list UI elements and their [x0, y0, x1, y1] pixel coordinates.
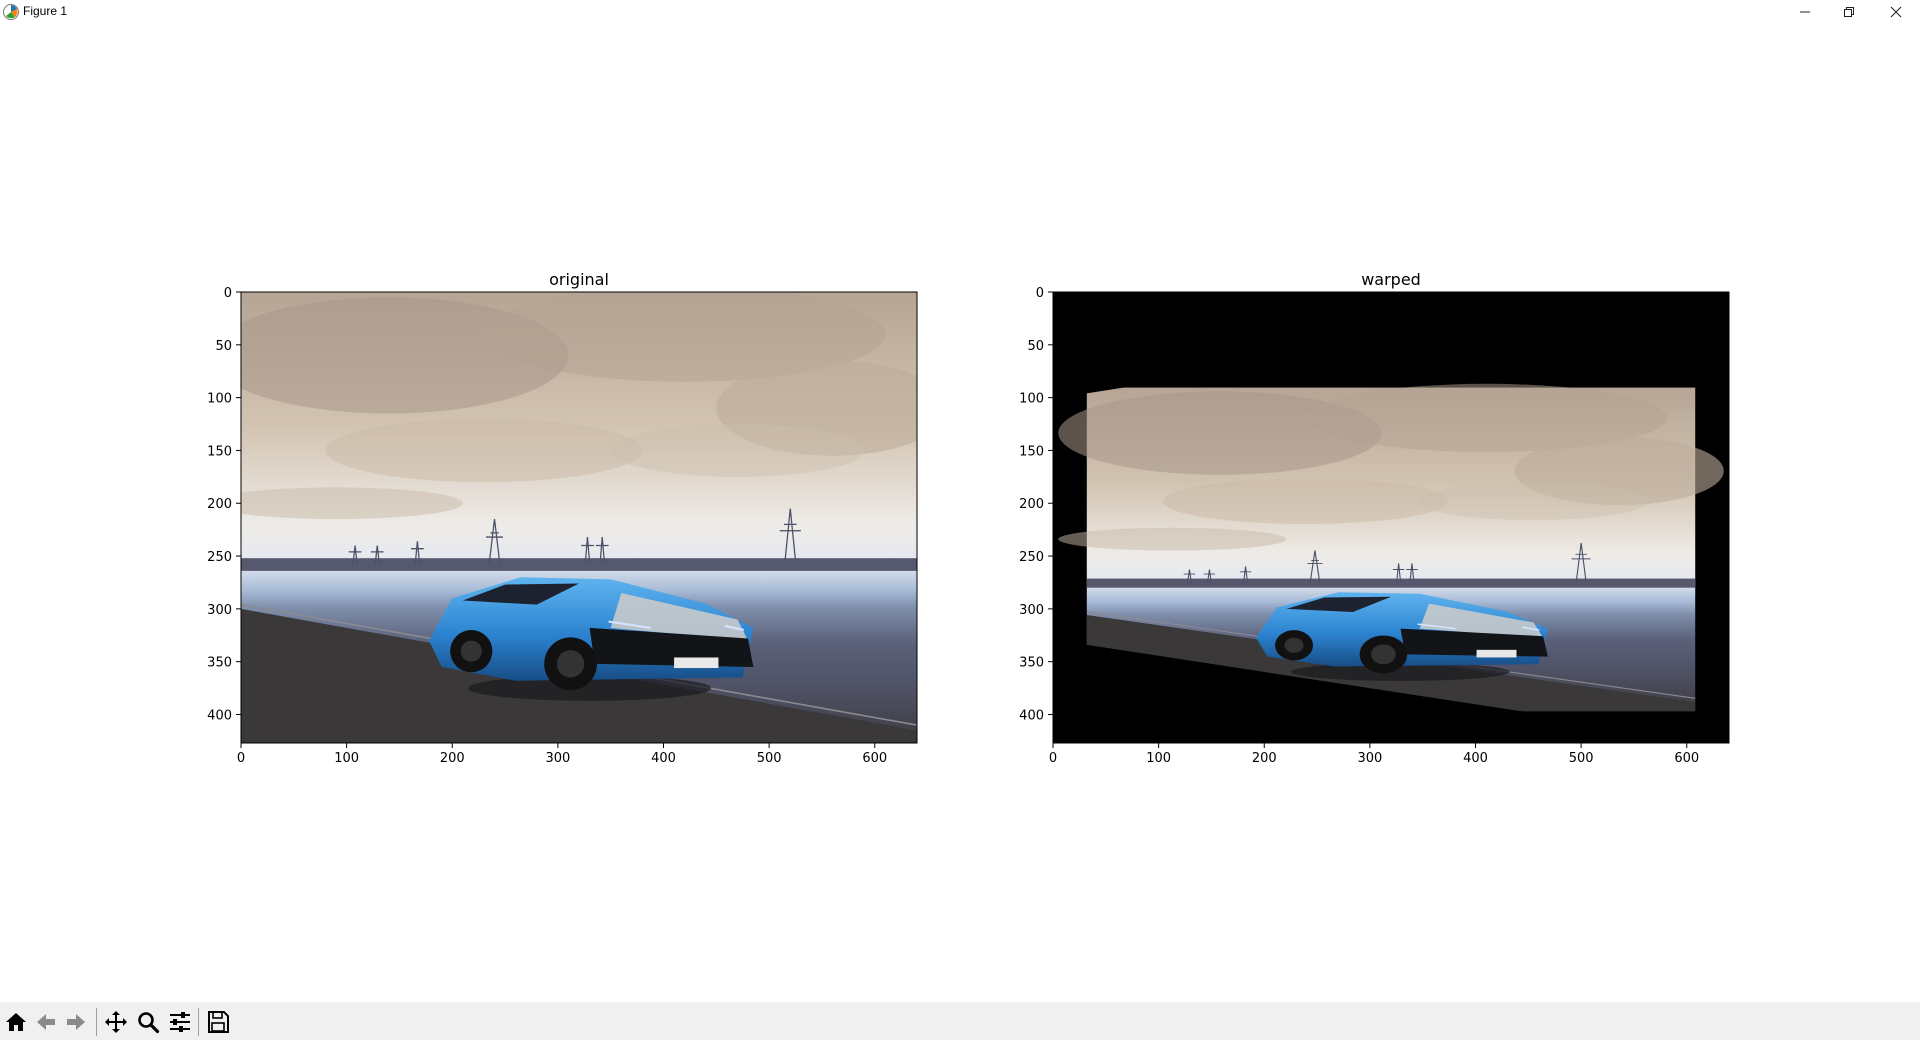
x-tick-label: 400 [1463, 751, 1488, 766]
move-icon [105, 1011, 127, 1033]
y-tick-label: 0 [224, 286, 232, 301]
x-tick-label: 0 [1049, 751, 1057, 766]
y-tick-label: 200 [207, 497, 232, 512]
x-tick-label: 300 [545, 751, 570, 766]
matplotlib-icon [3, 4, 19, 20]
x-tick-label: 200 [1252, 751, 1277, 766]
y-tick-label: 50 [1027, 339, 1044, 354]
navigation-toolbar [0, 1002, 1920, 1040]
back-button[interactable] [32, 1008, 60, 1036]
y-tick-label: 100 [1019, 392, 1044, 407]
figure-canvas[interactable]: original 0 100 200 300 400 500 600 0 50 100 150 200… [0, 24, 1920, 1002]
zoom-button[interactable] [134, 1008, 162, 1036]
x-tick-label: 100 [1146, 751, 1171, 766]
axes-title-original: original [549, 270, 609, 289]
pan-button[interactable] [102, 1008, 130, 1036]
x-tick-label: 200 [440, 751, 465, 766]
minimize-icon [1800, 11, 1810, 13]
y-tick-label: 250 [207, 550, 232, 565]
y-tick-label: 0 [1036, 286, 1044, 301]
warped-photo [1053, 292, 1729, 743]
sliders-icon [170, 1012, 190, 1032]
y-tick-label: 250 [1019, 550, 1044, 565]
window-title: Figure 1 [23, 4, 68, 18]
x-tick-label: 500 [757, 751, 782, 766]
x-tick-label: 300 [1357, 751, 1382, 766]
original-photo [241, 292, 917, 743]
toolbar-separator [198, 1008, 199, 1036]
y-tick-label: 350 [207, 656, 232, 671]
y-tick-label: 300 [1019, 603, 1044, 618]
y-tick-label: 400 [1019, 708, 1044, 723]
x-tick-label: 0 [237, 751, 245, 766]
arrow-left-icon [37, 1014, 55, 1030]
y-tick-label: 150 [207, 444, 232, 459]
x-tick-label: 500 [1569, 751, 1594, 766]
restore-button[interactable] [1826, 0, 1872, 24]
figure-svg: original 0 100 200 300 400 500 600050100150200… [207, 270, 1730, 766]
save-button[interactable] [204, 1008, 232, 1036]
y-tick-label: 50 [215, 339, 232, 354]
toolbar-separator [96, 1008, 97, 1036]
x-tick-label: 100 [334, 751, 359, 766]
window-titlebar: Figure 1 [0, 0, 1920, 24]
y-tick-label: 200 [1019, 497, 1044, 512]
y-tick-label: 400 [207, 708, 232, 723]
y-tick-label: 300 [207, 603, 232, 618]
close-icon [1890, 6, 1902, 18]
y-tick-label: 150 [1019, 444, 1044, 459]
y-tick-label: 350 [1019, 656, 1044, 671]
restore-icon [1844, 7, 1854, 17]
home-icon [6, 1013, 26, 1031]
close-button[interactable] [1873, 0, 1919, 24]
configure-subplots-button[interactable] [166, 1008, 194, 1036]
axes-warped[interactable]: warped 0 100 200 300 400 500 600 0 50 100 150 200 25… [1019, 270, 1730, 766]
x-tick-label: 600 [1674, 751, 1699, 766]
forward-button[interactable] [62, 1008, 90, 1036]
axes-original[interactable]: original 0 100 200 300 400 500 600 0 50 100 150 200… [207, 270, 949, 766]
x-tick-label: 400 [651, 751, 676, 766]
x-tick-label: 600 [862, 751, 887, 766]
arrow-right-icon [67, 1014, 85, 1030]
home-button[interactable] [2, 1008, 30, 1036]
magnifier-icon [138, 1012, 160, 1034]
axes-title-warped: warped [1361, 270, 1421, 289]
floppy-disk-icon [208, 1011, 229, 1033]
y-tick-label: 100 [207, 392, 232, 407]
minimize-button[interactable] [1782, 0, 1828, 24]
